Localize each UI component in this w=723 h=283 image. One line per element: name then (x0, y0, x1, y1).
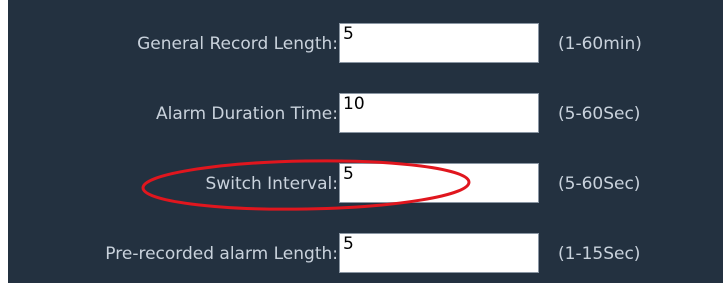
general-record-length-input[interactable]: 5 (339, 23, 539, 63)
switch-interval-input[interactable]: 5 (339, 163, 539, 203)
pre-recorded-alarm-length-value: 5 (343, 234, 354, 254)
general-record-length-value: 5 (343, 24, 354, 44)
switch-interval-value: 5 (343, 164, 354, 184)
alarm-duration-time-row: Alarm Duration Time: 10 (5-60Sec) (8, 93, 723, 135)
switch-interval-range: (5-60Sec) (558, 174, 641, 194)
alarm-duration-time-value: 10 (343, 94, 365, 114)
switch-interval-label: Switch Interval: (205, 174, 338, 194)
pre-recorded-alarm-length-range: (1-15Sec) (558, 244, 641, 264)
alarm-duration-time-input[interactable]: 10 (339, 93, 539, 133)
general-record-length-label: General Record Length: (137, 34, 338, 54)
general-record-length-row: General Record Length: 5 (1-60min) (8, 23, 723, 65)
pre-recorded-alarm-length-label: Pre-recorded alarm Length: (105, 244, 338, 264)
general-record-length-range: (1-60min) (558, 34, 642, 54)
alarm-duration-time-label: Alarm Duration Time: (156, 104, 338, 124)
record-settings-panel: General Record Length: 5 (1-60min) Alarm… (8, 0, 723, 283)
alarm-duration-time-range: (5-60Sec) (558, 104, 641, 124)
pre-recorded-alarm-length-row: Pre-recorded alarm Length: 5 (1-15Sec) (8, 233, 723, 275)
pre-recorded-alarm-length-input[interactable]: 5 (339, 233, 539, 273)
switch-interval-row: Switch Interval: 5 (5-60Sec) (8, 163, 723, 205)
